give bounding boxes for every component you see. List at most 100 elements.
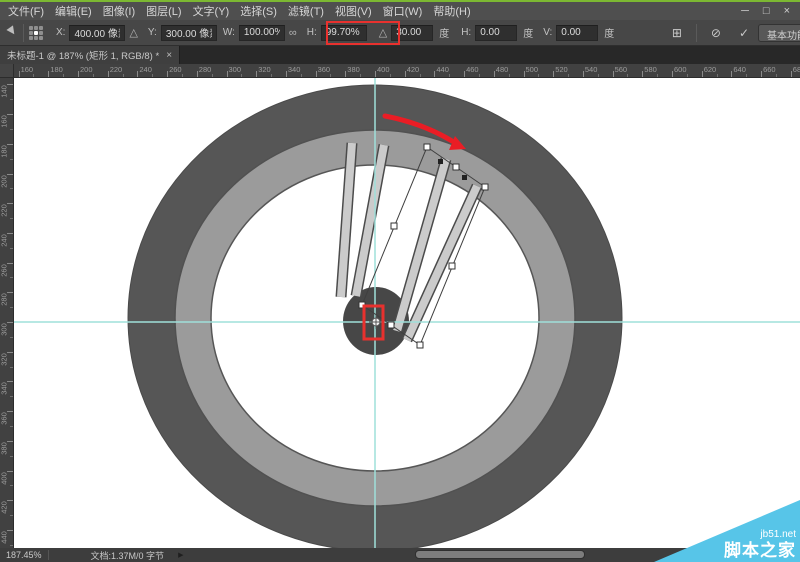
ruler-label: 260: [0, 261, 9, 279]
ruler-tick: [642, 71, 643, 77]
ruler-tick: [746, 74, 747, 77]
workspace-button[interactable]: 基本功能: [758, 24, 800, 42]
ruler-label: 560: [615, 65, 628, 74]
commit-transform-icon[interactable]: ✓: [739, 26, 749, 40]
ruler-label: 460: [466, 65, 479, 74]
ruler-tick: [405, 71, 406, 77]
menu-item[interactable]: 滤镜(T): [288, 3, 324, 19]
anchor-point: [438, 159, 443, 164]
close-button[interactable]: ×: [784, 6, 790, 17]
photoshop-window: 文件(F) 编辑(E) 图像(I) 图层(L) 文字(Y) 选择(S) 滤镜(T) 视图(V)…: [0, 0, 800, 562]
menu-item[interactable]: 编辑(E): [55, 3, 92, 19]
ruler-tick: [524, 71, 525, 77]
ruler-tick: [108, 71, 109, 77]
ruler-tick: [10, 456, 13, 457]
ruler-label: 360: [0, 410, 9, 428]
menu-item[interactable]: 图像(I): [103, 3, 135, 19]
link-dimensions-icon[interactable]: ∞: [289, 27, 297, 39]
ruler-label: 420: [0, 499, 9, 517]
reference-point-locator[interactable]: [29, 26, 43, 40]
ruler-tick: [627, 74, 628, 77]
ruler-tick: [10, 307, 13, 308]
ruler-tick: [10, 277, 13, 278]
hskew-label: H:: [461, 27, 471, 38]
maximize-button[interactable]: □: [763, 6, 770, 17]
ruler-tick: [360, 74, 361, 77]
warp-mode-icon[interactable]: ⊞: [672, 26, 682, 40]
status-options-arrow[interactable]: ▶: [178, 551, 183, 559]
ruler-tick: [167, 71, 168, 77]
ruler-label: 240: [139, 65, 152, 74]
ruler-tick: [420, 74, 421, 77]
ruler-label: 320: [258, 65, 271, 74]
ruler-tick: [10, 515, 13, 516]
ruler-tick: [10, 367, 13, 368]
w-label: W:: [223, 27, 235, 38]
tab-close-icon[interactable]: ×: [166, 50, 172, 61]
ruler-tick: [182, 74, 183, 77]
ruler-tick: [78, 71, 79, 77]
menu-item[interactable]: 视图(V): [335, 3, 372, 19]
width-input[interactable]: [239, 25, 285, 41]
y-input[interactable]: [161, 25, 217, 41]
minimize-button[interactable]: ─: [741, 6, 749, 17]
ruler-label: 280: [199, 65, 212, 74]
ruler-tick: [212, 74, 213, 77]
menu-item[interactable]: 文件(F): [8, 3, 44, 19]
ruler-tick: [731, 71, 732, 77]
menu-item[interactable]: 图层(L): [146, 3, 181, 19]
ruler-tick: [10, 188, 13, 189]
ruler-label: 680: [793, 65, 800, 74]
vertical-ruler[interactable]: 1401601802002202402602803003203403603804…: [0, 78, 14, 548]
height-input[interactable]: [321, 25, 367, 41]
transform-tool-icon: [5, 26, 18, 39]
zoom-level-field[interactable]: 187.45%: [0, 550, 48, 560]
ruler-tick: [509, 74, 510, 77]
ruler-label: 400: [377, 65, 390, 74]
hskew-input[interactable]: [475, 25, 517, 41]
ruler-origin-corner[interactable]: [0, 64, 14, 78]
menu-item[interactable]: 窗口(W): [383, 3, 423, 19]
ruler-label: 140: [0, 83, 9, 101]
horizontal-ruler[interactable]: 1601802002202402602803003203403603804004…: [14, 64, 800, 78]
document-canvas[interactable]: [14, 78, 800, 548]
ruler-label: 200: [80, 65, 93, 74]
ruler-label: 360: [318, 65, 331, 74]
horizontal-scrollbar-thumb[interactable]: [415, 550, 585, 559]
x-input[interactable]: [69, 25, 125, 41]
hskew-degree-label: 度: [523, 25, 533, 40]
ruler-tick: [330, 74, 331, 77]
ruler-label: 660: [763, 65, 776, 74]
ruler-tick: [613, 71, 614, 77]
ruler-label: 340: [0, 380, 9, 398]
document-tab[interactable]: 未标题-1 @ 187% (矩形 1, RGB/8) * ×: [0, 46, 180, 64]
watermark-name: 脚本之家: [724, 541, 796, 560]
vskew-label: V:: [543, 27, 552, 38]
menu-item[interactable]: 选择(S): [240, 3, 277, 19]
ruler-tick: [316, 71, 317, 77]
rotation-input[interactable]: [391, 25, 433, 41]
relative-position-icon[interactable]: △: [129, 26, 137, 39]
menu-item[interactable]: 文字(Y): [193, 3, 230, 19]
ruler-label: 300: [229, 65, 242, 74]
vskew-input[interactable]: [556, 25, 598, 41]
ruler-tick: [33, 74, 34, 77]
ruler-tick: [598, 74, 599, 77]
ruler-tick: [10, 129, 13, 130]
ruler-label: 380: [347, 65, 360, 74]
separator: [48, 550, 49, 560]
menu-item[interactable]: 帮助(H): [433, 3, 470, 19]
ruler-tick: [10, 218, 13, 219]
ruler-tick: [256, 71, 257, 77]
separator: [696, 24, 697, 42]
ruler-label: 640: [733, 65, 746, 74]
ruler-label: 380: [0, 439, 9, 457]
rotate-angle-icon: △: [379, 26, 387, 39]
cancel-transform-icon[interactable]: ⊘: [711, 26, 721, 40]
ruler-label: 620: [704, 65, 717, 74]
ruler-label: 520: [555, 65, 568, 74]
ruler-tick: [553, 71, 554, 77]
ruler-tick: [776, 74, 777, 77]
ruler-tick: [10, 248, 13, 249]
h-label: H:: [307, 27, 317, 38]
